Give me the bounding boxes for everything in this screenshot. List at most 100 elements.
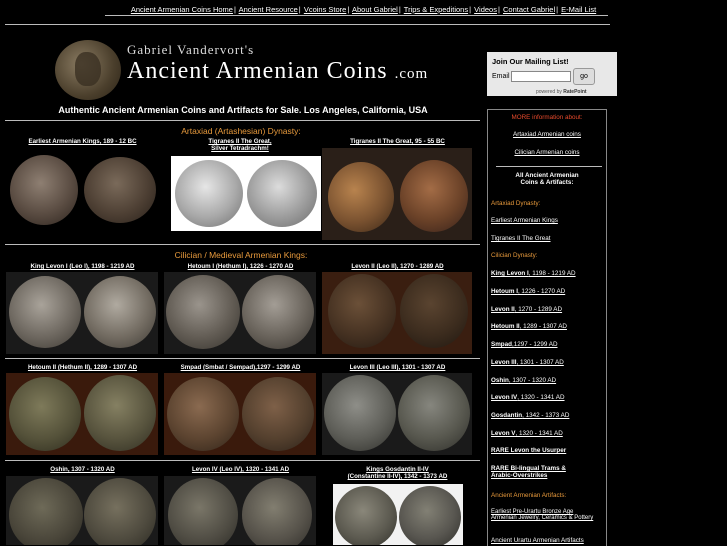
levon-i-coins-image[interactable] [6, 272, 158, 354]
sidebar-link-bilingual-trams[interactable]: RARE Bi-lingual Trams & Arabic-Overstrike… [491, 465, 603, 479]
caption-levon-ii[interactable]: Levon II (Leo II), 1270 - 1289 AD [320, 263, 475, 270]
divider [105, 15, 608, 16]
nav-ancient-resource-link[interactable]: Ancient Resource [239, 5, 298, 14]
king-dates: , 1307 - 1320 AD [508, 377, 557, 384]
sidebar-link-levon-iii[interactable]: Levon III, 1301 - 1307 AD [491, 359, 603, 366]
coin-image[interactable] [10, 155, 78, 225]
sidebar-link-levon-usurper[interactable]: RARE Levon the Usurper [491, 447, 603, 454]
sidebar-link-gosdantin[interactable]: Gosdantin, 1342 - 1373 AD [491, 412, 603, 419]
caption-levon-iv[interactable]: Levon IV (Leo IV), 1320 - 1341 AD [163, 466, 318, 473]
oshin-coins-image[interactable] [6, 476, 158, 545]
sidebar-cilician-heading: Cilician Dynasty: [491, 252, 538, 259]
go-button[interactable]: go [573, 68, 595, 85]
divider [5, 120, 480, 121]
king-name: Gosdantin [491, 412, 523, 419]
caption-line: Silver Tetradrachm! [211, 145, 269, 152]
king-name: Levon II [491, 306, 515, 313]
caption-smpad[interactable]: Smpad (Smbat / Sempad),1297 - 1299 AD [163, 364, 318, 371]
nav-contact-link[interactable]: Contact Gabriel [503, 5, 555, 14]
sidebar-link-hetoum-ii[interactable]: Hetoum II, 1289 - 1307 AD [491, 323, 603, 330]
powered-by-text: powered by [536, 89, 562, 95]
caption-oshin[interactable]: Oshin, 1307 - 1320 AD [5, 466, 160, 473]
nav-vcoins-store-link[interactable]: Vcoins Store [304, 5, 347, 14]
king-dates: , 1198 - 1219 AD [528, 270, 576, 277]
site-byline: Gabriel Vandervort's [127, 42, 255, 57]
king-name: Levon V [491, 430, 516, 437]
king-name: Levon IV [491, 394, 518, 401]
sidebar-link-pre-urartu[interactable]: Earliest Pre-Urartu Bronze Age Armenian J… [491, 509, 603, 521]
king-dates: , 1289 - 1307 AD [519, 323, 567, 330]
sidebar-link-levon-i[interactable]: King Levon I, 1198 - 1219 AD [491, 270, 603, 277]
link-line: Arabic-Overstrikes [491, 472, 548, 479]
logo-coin-image[interactable] [55, 40, 121, 100]
email-label: Email [492, 73, 510, 80]
king-name: Hetoum II [491, 323, 520, 330]
nav-trips-link[interactable]: Trips & Expeditions [404, 5, 468, 14]
nav-home-link[interactable]: Ancient Armenian Coins Home [131, 5, 233, 14]
coin-image[interactable] [84, 157, 156, 223]
divider [5, 358, 480, 359]
sidebar-link-oshin[interactable]: Oshin, 1307 - 1320 AD [491, 377, 603, 384]
link-line: RARE Bi-lingual Trams & [491, 465, 566, 472]
nav-videos-link[interactable]: Videos [474, 5, 497, 14]
caption-line: (Constantine II-IV), 1342 - 1373 AD [347, 473, 448, 480]
king-name: King Levon I [491, 270, 529, 277]
caption-tigranes-tetradrachm[interactable]: Tigranes II The Great, Silver Tetradrachm… [170, 138, 310, 152]
sidebar: MORE information about: Artaxiad Armenia… [487, 109, 607, 546]
nav-about-link[interactable]: About Gabriel [352, 5, 398, 14]
gosdantin-coins-image[interactable] [333, 484, 463, 545]
divider [5, 244, 480, 245]
levon-iii-coins-image[interactable] [322, 373, 472, 455]
caption-gosdantin[interactable]: Kings Gosdantin II-IV (Constantine II-IV)… [320, 466, 475, 480]
king-name: Levon III [491, 359, 517, 366]
smpad-coins-image[interactable] [164, 373, 316, 455]
king-dates: , 1320 - 1341 AD [515, 430, 563, 437]
sidebar-link-cilician-coins[interactable]: Cilician Armenian coins [491, 149, 603, 156]
king-name: Oshin [491, 377, 509, 384]
sidebar-link-artaxiad-coins[interactable]: Artaxiad Armenian coins [491, 131, 603, 138]
link-line: Armenian Jewelry, Ceramics & Pottery [491, 515, 594, 521]
king-name: Smpad [491, 341, 512, 348]
sidebar-artaxiad-heading: Artaxiad Dynasty: [491, 200, 541, 207]
sidebar-all-coins-title: All Ancient Armenian Coins & Artifacts: [491, 172, 603, 186]
sidebar-link-urartu-artifacts[interactable]: Ancient Urartu Armenian Artifacts [491, 537, 603, 544]
sidebar-link-levon-ii[interactable]: Levon II, 1270 - 1289 AD [491, 306, 603, 313]
king-dates: , 1226 - 1270 AD [517, 288, 566, 295]
divider [5, 24, 610, 25]
hetoum-ii-coins-image[interactable] [6, 373, 158, 455]
ratepoint-logo: RatePoint [563, 89, 587, 95]
site-domain: .com [394, 66, 429, 82]
king-dates: , 1270 - 1289 AD [514, 306, 563, 313]
caption-line: Kings Gosdantin II-IV [366, 466, 429, 473]
tetradrachm-image[interactable] [171, 156, 321, 231]
cilician-section-title: Cilician / Medieval Armenian Kings: [174, 250, 308, 260]
title-line: All Ancient Armenian [515, 172, 579, 179]
levon-ii-coins-image[interactable] [322, 272, 472, 354]
email-input[interactable] [511, 71, 571, 82]
sidebar-link-levon-iv[interactable]: Levon IV, 1320 - 1341 AD [491, 394, 603, 401]
site-title[interactable]: Ancient Armenian Coins .com [127, 58, 428, 85]
caption-hetoum-i[interactable]: Hetoum I (Hethum I), 1226 - 1270 AD [163, 263, 318, 270]
sidebar-artifacts-heading: Ancient Armenian Artifacts: [491, 492, 567, 499]
nav-email-list-link[interactable]: E-Mail List [561, 5, 596, 14]
caption-levon-i[interactable]: King Levon I (Leo I), 1198 - 1219 AD [5, 263, 160, 270]
caption-tigranes-ii[interactable]: Tigranes II The Great, 95 - 55 BC [320, 138, 475, 145]
sidebar-more-info: MORE information about: [511, 114, 583, 121]
king-name: Hetoum I [491, 288, 518, 295]
tigranes-coins-image[interactable] [322, 148, 472, 240]
caption-hetoum-ii[interactable]: Hetoum II (Hethum II), 1289 - 1307 AD [5, 364, 160, 371]
artaxiad-section-title: Artaxiad (Artashesian) Dynasty: [181, 126, 301, 136]
sidebar-link-hetoum-i[interactable]: Hetoum I, 1226 - 1270 AD [491, 288, 603, 295]
sidebar-link-tigranes[interactable]: Tigranes II The Great [491, 235, 603, 242]
caption-levon-iii[interactable]: Levon III (Leo III), 1301 - 1307 AD [320, 364, 475, 371]
hetoum-i-coins-image[interactable] [164, 272, 316, 354]
sidebar-link-levon-v[interactable]: Levon V, 1320 - 1341 AD [491, 430, 603, 437]
tagline: Authentic Ancient Armenian Coins and Art… [58, 105, 428, 115]
king-dates: , 1342 - 1373 AD [522, 412, 570, 419]
powered-by[interactable]: powered by RatePoint [536, 89, 587, 95]
sidebar-link-earliest-kings[interactable]: Earliest Armenian Kings [491, 217, 603, 224]
caption-earliest-kings[interactable]: Earliest Armenian Kings, 189 - 12 BC [5, 138, 160, 145]
king-dates: ,1297 - 1299 AD [512, 341, 558, 348]
sidebar-link-smpad[interactable]: Smpad,1297 - 1299 AD [491, 341, 603, 348]
levon-iv-coins-image[interactable] [164, 476, 316, 545]
